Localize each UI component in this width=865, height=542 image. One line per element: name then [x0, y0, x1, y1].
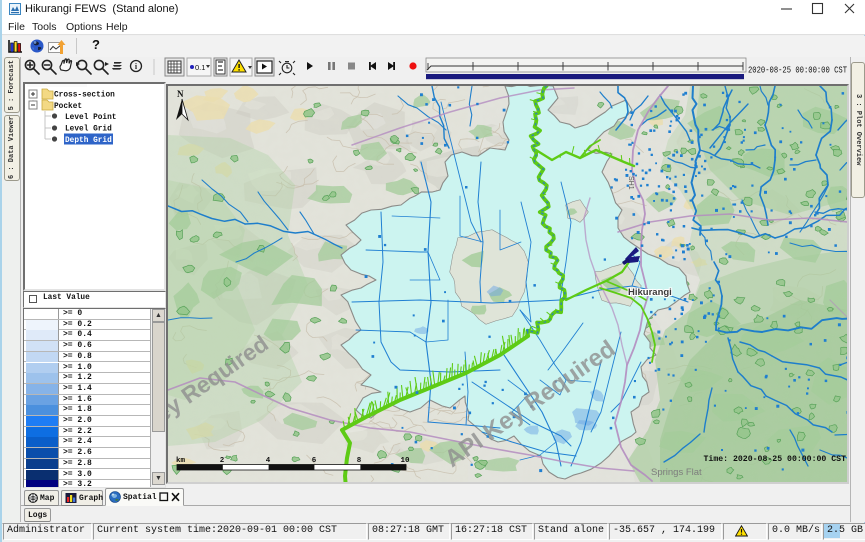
svg-text:Hikurangi: Hikurangi: [628, 287, 672, 298]
svg-text:N: N: [177, 89, 184, 99]
svg-text:Springs Flat: Springs Flat: [651, 467, 702, 478]
svg-text:Level Grid: Level Grid: [65, 126, 112, 134]
svg-text:10: 10: [400, 457, 410, 465]
svg-text:8: 8: [357, 457, 362, 465]
svg-text:2020-08-25 00:00:00 CST: 2020-08-25 00:00:00 CST: [748, 65, 847, 76]
svg-text:Depth Grid: Depth Grid: [65, 137, 112, 145]
svg-text:4: 4: [266, 457, 271, 465]
svg-text:SH1: SH1: [627, 176, 634, 190]
svg-text:2: 2: [220, 457, 225, 465]
svg-text:Time: 2020-08-25 00:00:00 CST: Time: 2020-08-25 00:00:00 CST: [704, 454, 847, 464]
svg-text:Level Point: Level Point: [65, 114, 116, 122]
svg-text:6: 6: [312, 457, 317, 465]
svg-text:km: km: [176, 457, 186, 465]
svg-text:Pocket: Pocket: [54, 103, 82, 111]
svg-text:0.1: 0.1: [195, 63, 205, 72]
svg-text:Cross-section: Cross-section: [54, 92, 115, 100]
svg-text:i: i: [135, 62, 138, 71]
